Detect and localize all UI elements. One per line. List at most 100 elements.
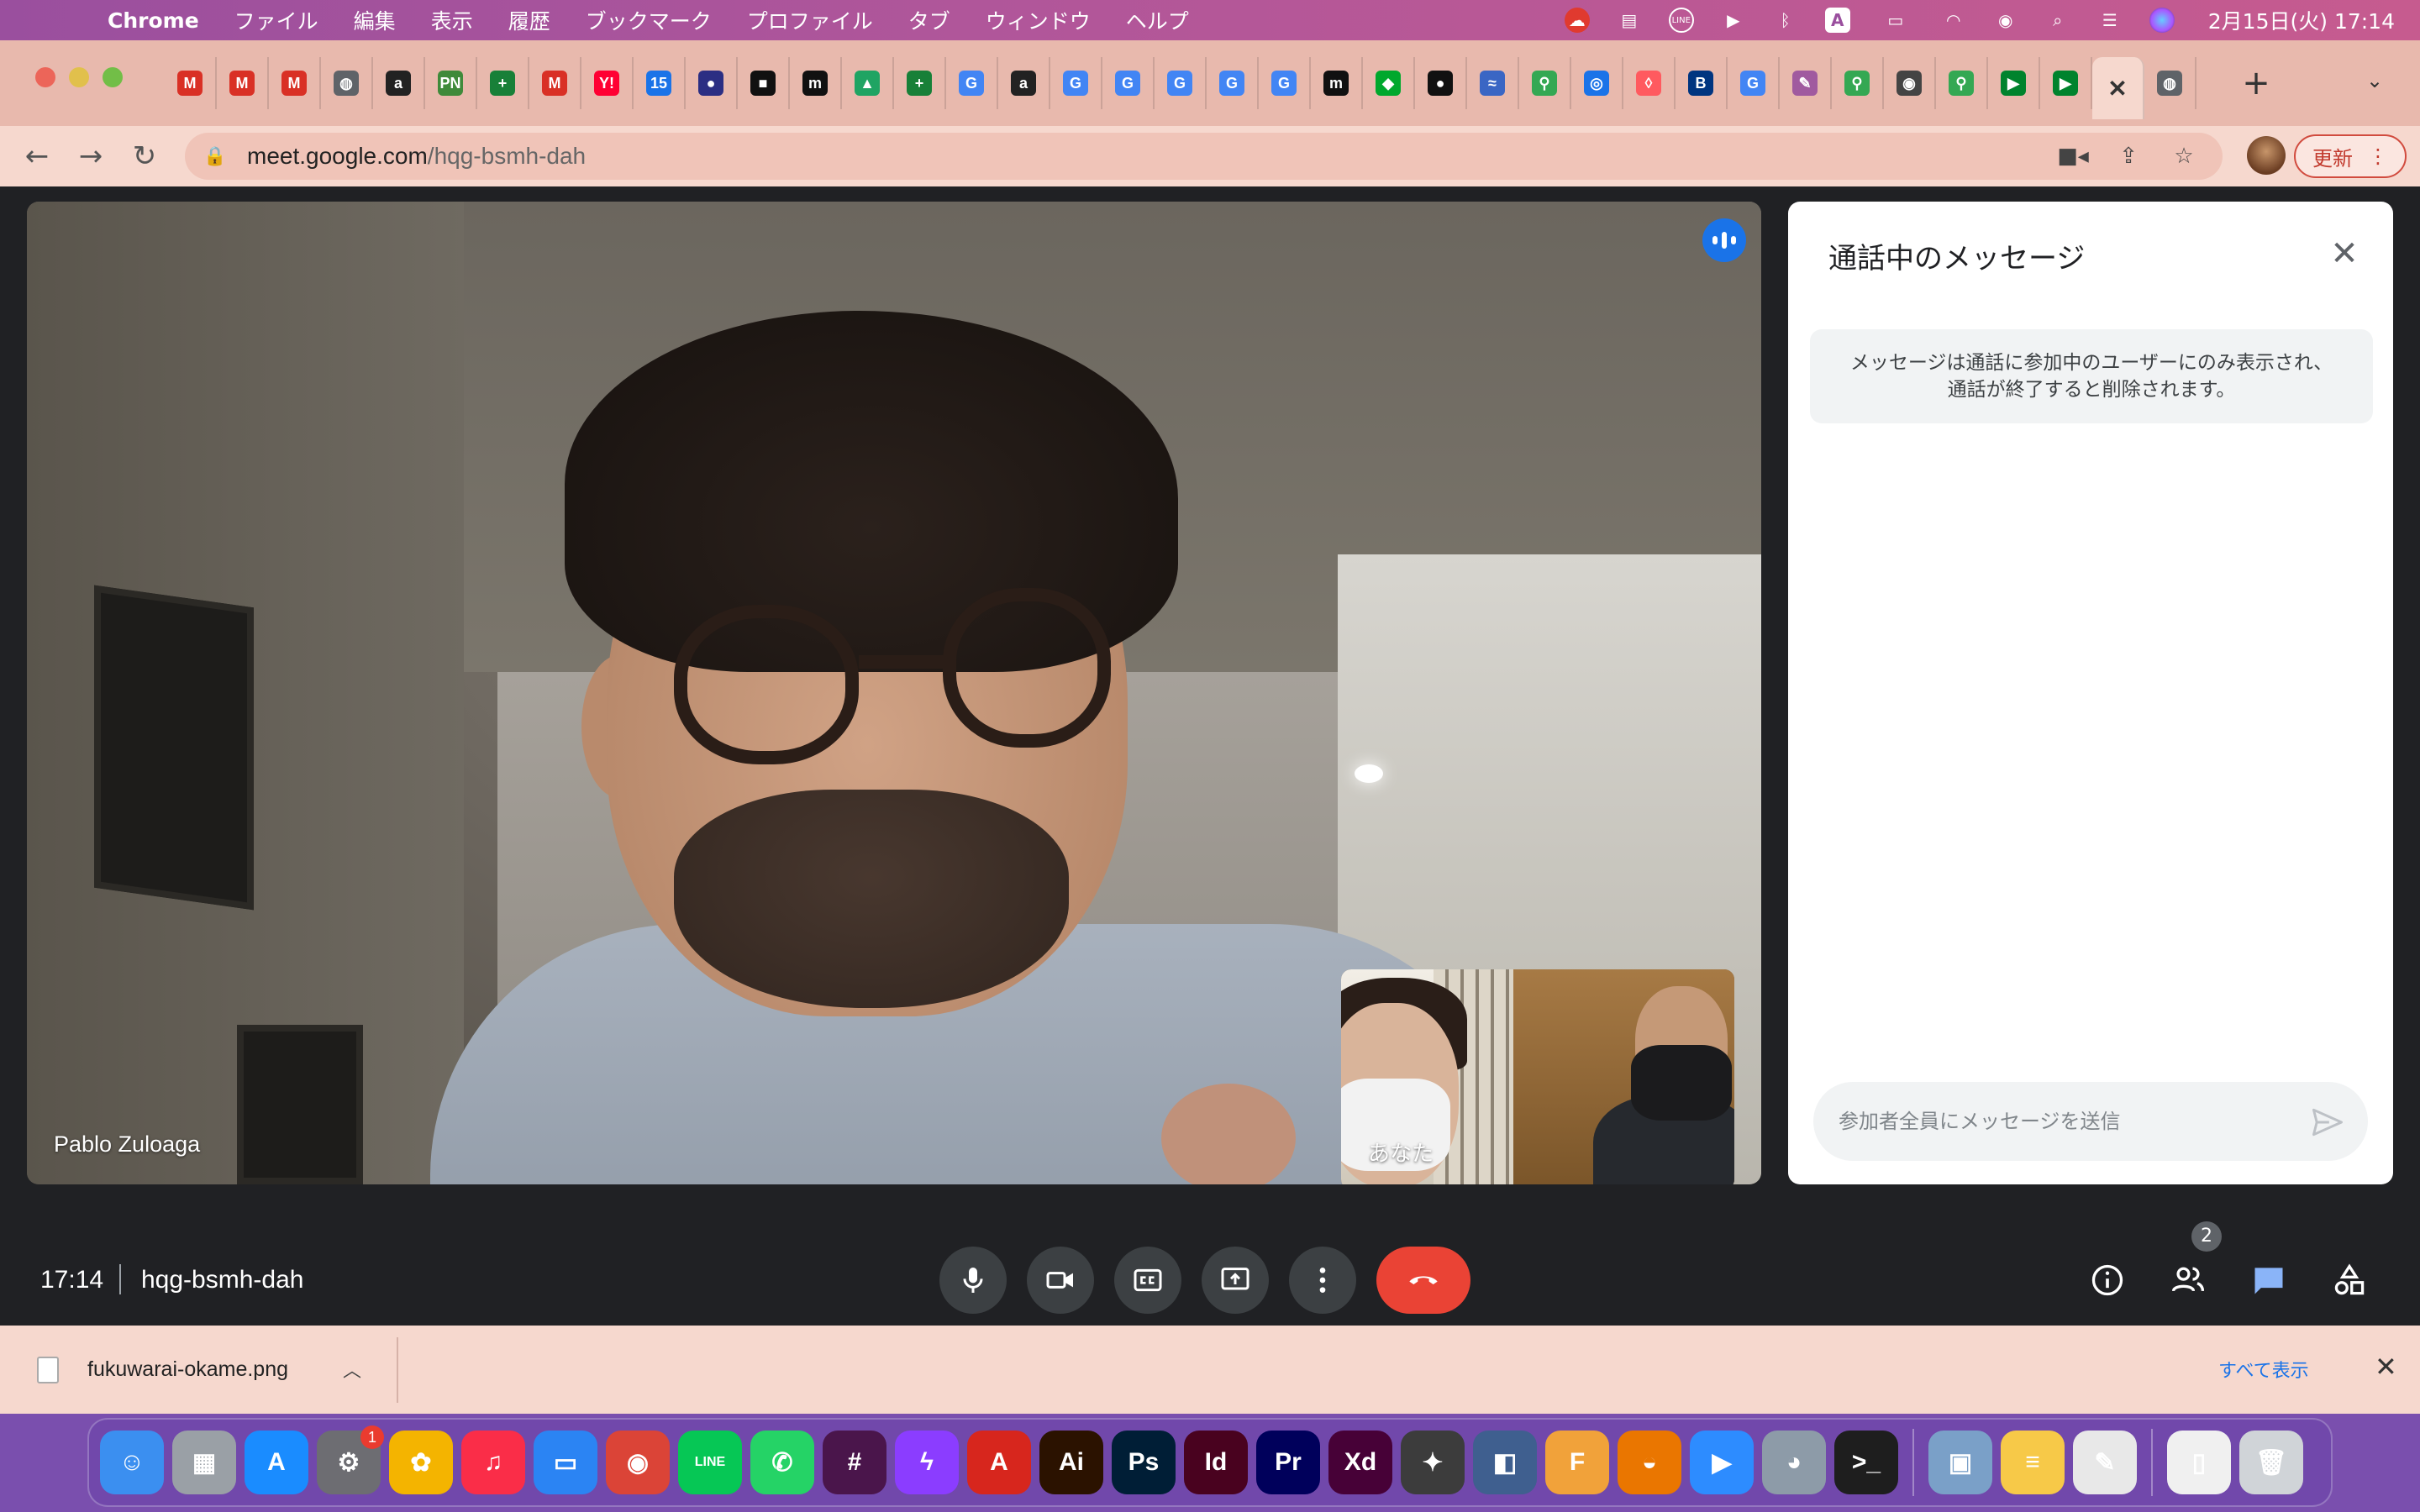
camera-in-use-icon[interactable]: ■◂ [2056, 144, 2090, 169]
chat-message-input[interactable] [1839, 1100, 2292, 1142]
menu-app-name[interactable]: Chrome [108, 8, 199, 33]
user-icon[interactable]: ◉ [1993, 8, 2018, 33]
more-options-button[interactable] [1289, 1247, 1356, 1314]
browser-tab[interactable]: ▶ [1988, 57, 2040, 109]
browser-tab[interactable]: M [269, 57, 321, 109]
participants-button[interactable] [2161, 1253, 2215, 1307]
speaker-video-tile[interactable]: Pablo Zuloaga あなた [27, 202, 1761, 1184]
tab-search-button[interactable]: ⌄ [2366, 69, 2383, 92]
meeting-code[interactable]: hqg-bsmh-dah [141, 1266, 303, 1294]
dock-preview-icon[interactable]: ▣ [1928, 1431, 1992, 1494]
browser-tab[interactable]: ▶ [2040, 57, 2092, 109]
browser-tab[interactable]: ◎ [1571, 57, 1623, 109]
present-screen-button[interactable] [1202, 1247, 1269, 1314]
browser-tab[interactable]: a [998, 57, 1050, 109]
dock-google-earth-pro-icon[interactable]: ◕ [1762, 1431, 1826, 1494]
new-tab-button[interactable]: + [2235, 62, 2277, 104]
lock-icon[interactable]: 🔒 [203, 146, 229, 167]
activities-button[interactable] [2323, 1253, 2376, 1307]
dock-terminal-icon[interactable]: >_ [1834, 1431, 1898, 1494]
browser-tab[interactable]: Y! [581, 57, 634, 109]
browser-tab[interactable]: m [1311, 57, 1363, 109]
menu-history[interactable]: 履歴 [508, 5, 550, 35]
browser-tab[interactable]: ◉ [1884, 57, 1936, 109]
control-center-icon[interactable]: ☰ [2097, 8, 2123, 33]
browser-tab[interactable]: ● [686, 57, 738, 109]
dock-launchpad-icon[interactable]: ▦ [172, 1431, 236, 1494]
browser-tab[interactable]: 15 [634, 57, 686, 109]
input-method-icon[interactable]: A [1824, 8, 1850, 33]
menu-profiles[interactable]: プロファイル [747, 5, 873, 35]
dock-keynote-icon[interactable]: ▭ [534, 1431, 597, 1494]
dock-fusion-360-icon[interactable]: F [1545, 1431, 1609, 1494]
browser-tab[interactable]: ⚲ [1519, 57, 1571, 109]
profile-avatar[interactable] [2247, 136, 2286, 175]
microphone-button[interactable] [939, 1247, 1007, 1314]
browser-tab[interactable]: ◍ [2144, 57, 2196, 109]
close-tab-icon[interactable]: ✕ [2105, 76, 2130, 102]
browser-tab[interactable]: ✎ [1780, 57, 1832, 109]
dock-illustrator-icon[interactable]: Ai [1039, 1431, 1103, 1494]
update-button[interactable]: 更新 ⋮ [2294, 134, 2407, 178]
send-icon[interactable] [2309, 1104, 2346, 1141]
dock-whatsapp-icon[interactable]: ✆ [750, 1431, 814, 1494]
dock-documents-stack-icon[interactable]: ▯ [2167, 1431, 2231, 1494]
download-item[interactable]: fukuwarai-okame.png [25, 1326, 395, 1414]
browser-tab[interactable]: ◊ [1623, 57, 1676, 109]
browser-tab[interactable]: ≈ [1467, 57, 1519, 109]
dock-line-icon[interactable]: LINE [678, 1431, 742, 1494]
close-icon[interactable]: ✕ [2326, 235, 2363, 272]
dock-acrobat-icon[interactable]: A [967, 1431, 1031, 1494]
window-zoom-button[interactable] [103, 67, 123, 87]
bookmark-star-icon[interactable]: ☆ [2167, 144, 2201, 169]
dock-music-icon[interactable]: ♫ [461, 1431, 525, 1494]
url-text[interactable]: meet.google.com/hqg-bsmh-dah [247, 143, 586, 170]
browser-tab[interactable]: G [1102, 57, 1155, 109]
reload-icon[interactable]: ↻ [124, 136, 165, 176]
dock-photos-icon[interactable]: ✿ [389, 1431, 453, 1494]
browser-tab[interactable]: ● [1415, 57, 1467, 109]
dock-messenger-icon[interactable]: ϟ [895, 1431, 959, 1494]
share-icon[interactable]: ⇪ [2112, 144, 2145, 169]
dock-sketchup-icon[interactable]: ◧ [1473, 1431, 1537, 1494]
menu-view[interactable]: 表示 [431, 5, 473, 35]
browser-tab[interactable]: ⚲ [1832, 57, 1884, 109]
dock-slack-icon[interactable]: # [823, 1431, 886, 1494]
browser-tab[interactable]: B [1676, 57, 1728, 109]
browser-tab[interactable]: G [1728, 57, 1780, 109]
menu-edit[interactable]: 編集 [354, 5, 396, 35]
self-view-tile[interactable]: あなた [1341, 969, 1734, 1184]
active-tab[interactable]: ✕ [2092, 57, 2144, 119]
browser-tab[interactable]: m [790, 57, 842, 109]
browser-tab[interactable]: G [1155, 57, 1207, 109]
dock-rhino-icon[interactable]: ✦ [1401, 1431, 1465, 1494]
browser-tab[interactable]: ◆ [1363, 57, 1415, 109]
browser-tab[interactable]: PN [425, 57, 477, 109]
browser-tab[interactable]: M [165, 57, 217, 109]
dock-premiere-icon[interactable]: Pr [1256, 1431, 1320, 1494]
battery-icon[interactable]: ▭ [1877, 8, 1914, 33]
menu-tab[interactable]: タブ [908, 5, 950, 35]
menubar-clock[interactable]: 2月15日(火) 17:14 [2208, 5, 2395, 35]
dock-system-preferences-icon[interactable]: ⚙ 1 [317, 1425, 384, 1494]
creative-cloud-icon[interactable]: ☁ [1564, 8, 1590, 33]
dock-finder-icon[interactable]: ☺ [100, 1431, 164, 1494]
dock-notes-icon[interactable]: ≡ [2001, 1431, 2065, 1494]
browser-tab[interactable]: G [1050, 57, 1102, 109]
browser-tab[interactable]: + [477, 57, 529, 109]
dock-photoshop-icon[interactable]: Ps [1112, 1431, 1176, 1494]
bluetooth-icon[interactable]: ᛒ [1773, 8, 1798, 33]
chat-button[interactable] [2242, 1253, 2296, 1307]
siri-icon[interactable] [2149, 8, 2175, 33]
dock-app-store-icon[interactable]: A [245, 1431, 308, 1494]
menu-help[interactable]: ヘルプ [1126, 5, 1189, 35]
browser-tab[interactable]: ⚲ [1936, 57, 1988, 109]
line-icon[interactable]: LINE [1668, 8, 1694, 33]
show-all-downloads-link[interactable]: すべて表示 [2218, 1356, 2309, 1383]
close-icon[interactable]: ✕ [2375, 1351, 2397, 1383]
wifi-icon[interactable]: ◠ [1941, 8, 1966, 33]
browser-tab[interactable]: G [1207, 57, 1259, 109]
dock-textedit-icon[interactable]: ✎ [2073, 1431, 2137, 1494]
play-icon[interactable]: ▶ [1721, 8, 1746, 33]
back-icon[interactable]: ← [17, 136, 57, 176]
